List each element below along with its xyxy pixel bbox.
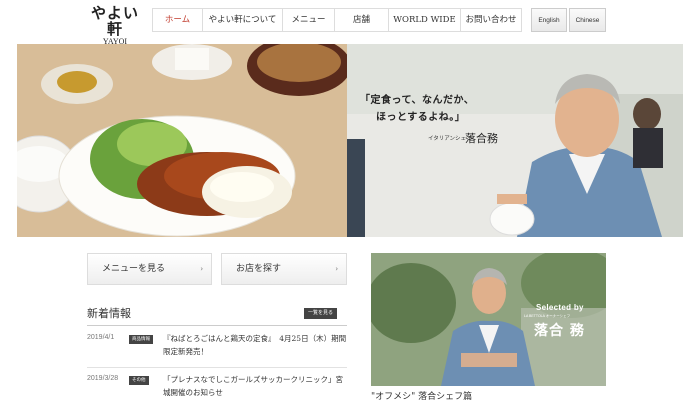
site-logo[interactable]: やよい軒 YAYOI Japanese Traditional Restaura… [86, 4, 144, 51]
hero-quote: 「定食って、なんだか、 ほっとするよね。」 [360, 92, 474, 126]
find-store-label: お店を探す [236, 264, 282, 274]
news-item[interactable]: 2019/4/1 商品情報 『ねばとろごはんと鶏天の定食』 4月25日（木）期間… [87, 334, 347, 366]
news-date: 2019/4/1 [87, 334, 115, 341]
promo-caption[interactable]: "オフメシ" 落合シェフ篇 [371, 389, 472, 402]
nav-worldwide[interactable]: WORLD WIDE [389, 9, 461, 31]
news-separator [87, 367, 347, 368]
english-button[interactable]: English [531, 8, 567, 32]
hero-chef-image [347, 44, 683, 237]
hero-food-image [17, 44, 351, 237]
chevron-right-icon: › [200, 265, 203, 273]
logo-jp: やよい軒 [90, 4, 139, 38]
view-menu-label: メニューを見る [102, 264, 166, 274]
nav-home[interactable]: ホーム [153, 9, 203, 31]
news-divider [87, 325, 347, 326]
main-nav: ホーム やよい軒について メニュー 店舗 WORLD WIDE お問い合わせ [152, 8, 522, 32]
promo-selected-by: Selected by [536, 303, 584, 312]
nav-about[interactable]: やよい軒について [203, 9, 283, 31]
view-all-news-button[interactable]: 一覧を見る [304, 308, 338, 319]
news-item[interactable]: 2019/3/28 その他 「プレナスなでしこガールズサッカークリニック」宮城開… [87, 375, 347, 405]
hero-banner[interactable] [17, 44, 683, 237]
promo-subtitle: LA BETTOLA オーナーシェフ [524, 314, 571, 318]
quote-line-2: ほっとするよね。」 [376, 112, 466, 123]
find-store-button[interactable]: お店を探す › [221, 253, 347, 285]
nav-stores[interactable]: 店舗 [335, 9, 389, 31]
news-heading: 新着情報 [87, 307, 131, 320]
chef-illustration [347, 44, 683, 237]
site-header: やよい軒 YAYOI Japanese Traditional Restaura… [0, 0, 700, 51]
chinese-button[interactable]: Chinese [569, 8, 606, 32]
food-illustration [17, 44, 351, 237]
nav-menu[interactable]: メニュー [283, 9, 335, 31]
view-menu-button[interactable]: メニューを見る › [87, 253, 212, 285]
nav-contact[interactable]: お問い合わせ [461, 9, 521, 31]
news-text[interactable]: 「プレナスなでしこガールズサッカークリニック」宮城開催のお知らせ [163, 373, 347, 399]
news-category-badge: 商品情報 [129, 335, 153, 344]
promo-chef-name: 落合 務 [534, 323, 585, 339]
quote-line-1: 「定食って、なんだか、 [360, 95, 475, 106]
chevron-right-icon: › [335, 265, 338, 273]
news-date: 2019/3/28 [87, 375, 119, 382]
chef-signature: 落合務 [465, 132, 498, 145]
news-category-badge: その他 [129, 376, 149, 385]
news-text[interactable]: 『ねばとろごはんと鶏天の定食』 4月25日（木）期間限定新発売！ [163, 332, 347, 358]
